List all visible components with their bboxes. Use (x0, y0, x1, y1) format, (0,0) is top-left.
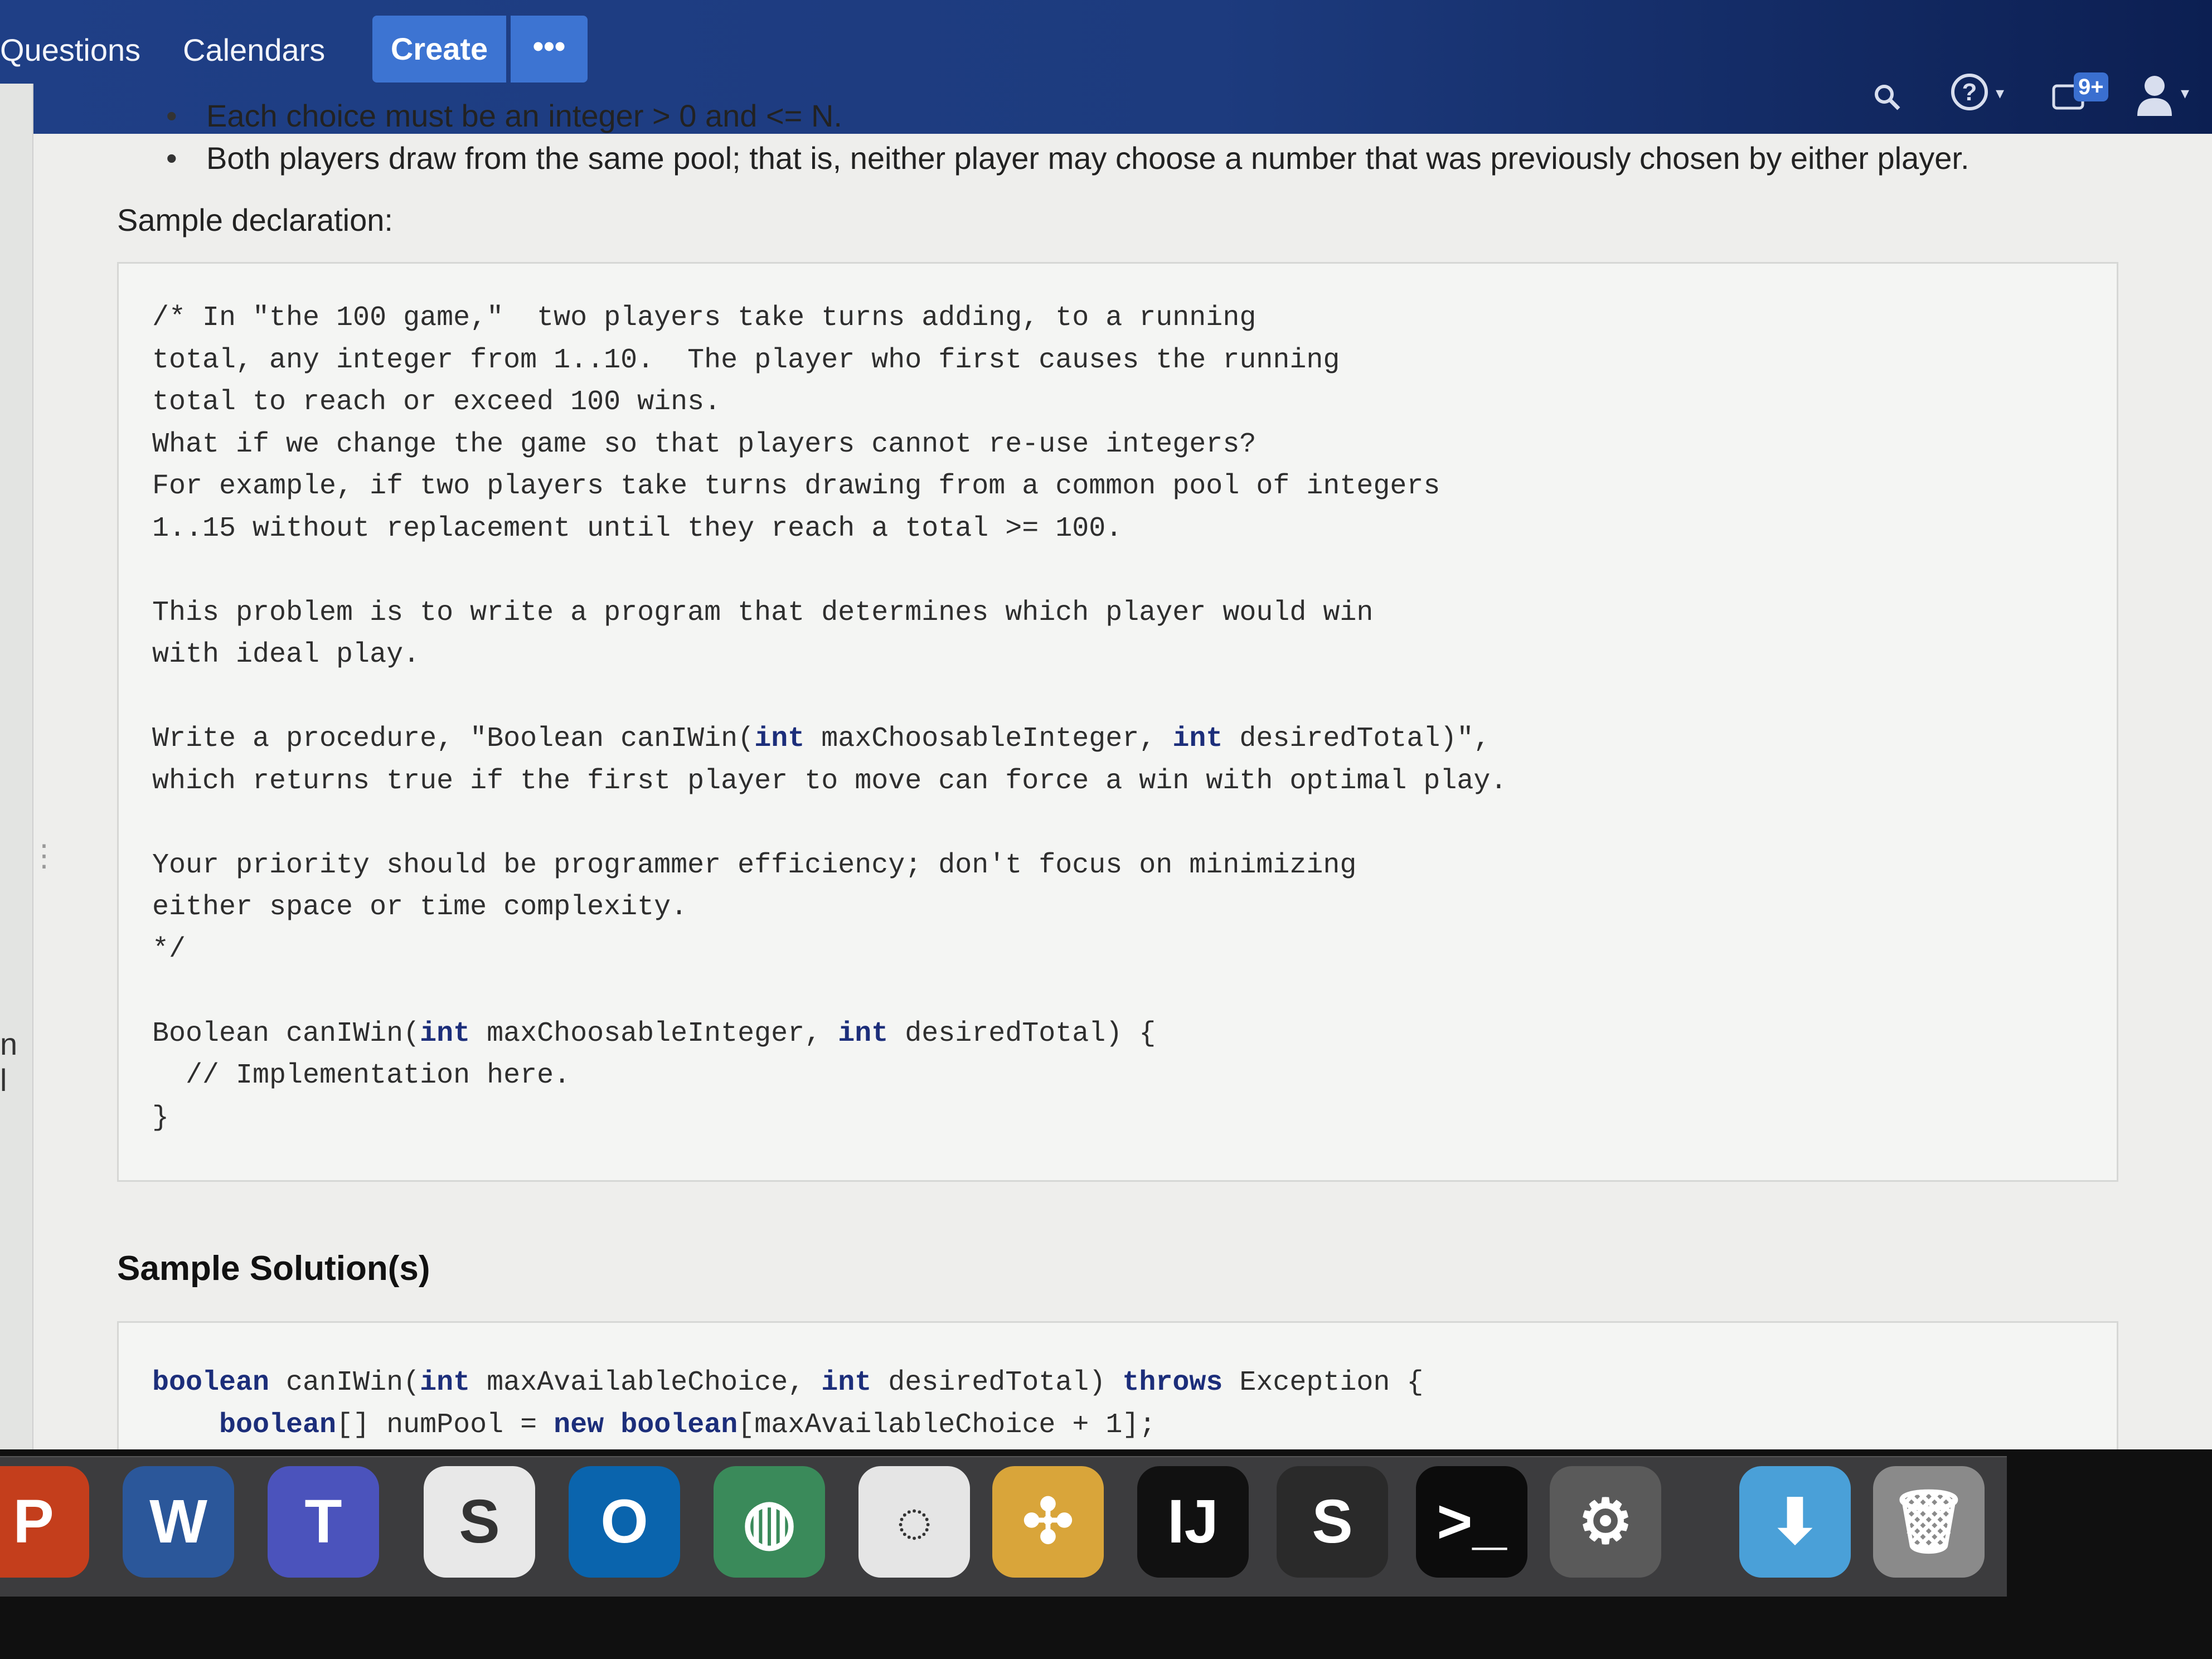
drag-handle-icon[interactable]: ⋮ (29, 841, 59, 871)
code-line: // Implementation here. (152, 1060, 571, 1092)
more-button[interactable]: ••• (511, 16, 588, 83)
code-line: */ (152, 933, 186, 966)
code-line: 1..15 without replacement until they rea… (152, 512, 1123, 545)
system-preferences-icon[interactable]: ⚙ (1550, 1466, 1661, 1578)
create-button[interactable]: Create (372, 16, 506, 83)
list-item: Both players draw from the same pool; th… (166, 137, 2169, 180)
code-line: For example, if two players take turns d… (152, 470, 1440, 502)
code-line: /* In "the 100 game," two players take t… (152, 302, 1257, 334)
code-line: Your priority should be programmer effic… (152, 849, 1357, 881)
nav-questions-link[interactable]: Questions (0, 22, 140, 78)
intellij-icon[interactable]: IJ (1137, 1466, 1249, 1578)
declaration-code-block: /* In "the 100 game," two players take t… (117, 262, 2118, 1182)
code-line: with ideal play. (152, 639, 420, 671)
code-line: which returns true if the first player t… (152, 765, 1507, 797)
code-line: Boolean canIWin(int maxChoosableInteger,… (152, 1017, 1156, 1050)
main-content: Each choice must be an integer > 0 and <… (117, 95, 2169, 1600)
code-line: This problem is to write a program that … (152, 596, 1374, 629)
terminal-icon[interactable]: >_ (1416, 1466, 1527, 1578)
code-line: What if we change the game so that playe… (152, 428, 1257, 460)
list-item: Each choice must be an integer > 0 and <… (166, 95, 2169, 137)
sublime-icon[interactable]: S (1277, 1466, 1388, 1578)
rules-list: Each choice must be an integer > 0 and <… (117, 95, 2169, 180)
word-icon[interactable]: W (123, 1466, 234, 1578)
code-line: } (152, 1102, 169, 1134)
code-line: Write a procedure, "Boolean canIWin(int … (152, 723, 1491, 755)
code-line: total, any integer from 1..10. The playe… (152, 344, 1340, 376)
outlook-icon[interactable]: O (569, 1466, 680, 1578)
code-line: boolean[] numPool = new boolean[maxAvail… (219, 1409, 1156, 1441)
wifi-icon[interactable]: ◌ (858, 1466, 970, 1578)
gutter-label: n l (0, 1026, 18, 1098)
code-line: boolean canIWin(int maxAvailableChoice, … (152, 1367, 1424, 1399)
trash-icon[interactable]: 🗑 (1873, 1466, 1985, 1578)
launchpad-icon[interactable]: ✣ (992, 1466, 1104, 1578)
left-sidebar-gutter: ⋮ n l (0, 84, 59, 1488)
declaration-code: /* In "the 100 game," two players take t… (152, 297, 2117, 1139)
nav-calendars-link[interactable]: Calendars (183, 22, 325, 78)
teams-icon[interactable]: T (268, 1466, 379, 1578)
skype-icon[interactable]: S (424, 1466, 535, 1578)
dock: P W T S O ◍ ◌ ✣ IJ S >_ ⚙ ⬇ 🗑 (0, 1449, 2212, 1659)
powerpoint-icon[interactable]: P (0, 1466, 89, 1578)
vpn-icon[interactable]: ◍ (714, 1466, 825, 1578)
chevron-down-icon[interactable]: ▾ (2181, 84, 2189, 103)
code-line: either space or time complexity. (152, 891, 688, 923)
sample-solutions-heading: Sample Solution(s) (117, 1249, 430, 1288)
sample-declaration-label: Sample declaration: (117, 202, 393, 237)
code-line: total to reach or exceed 100 wins. (152, 386, 721, 418)
downloads-icon[interactable]: ⬇ (1739, 1466, 1851, 1578)
